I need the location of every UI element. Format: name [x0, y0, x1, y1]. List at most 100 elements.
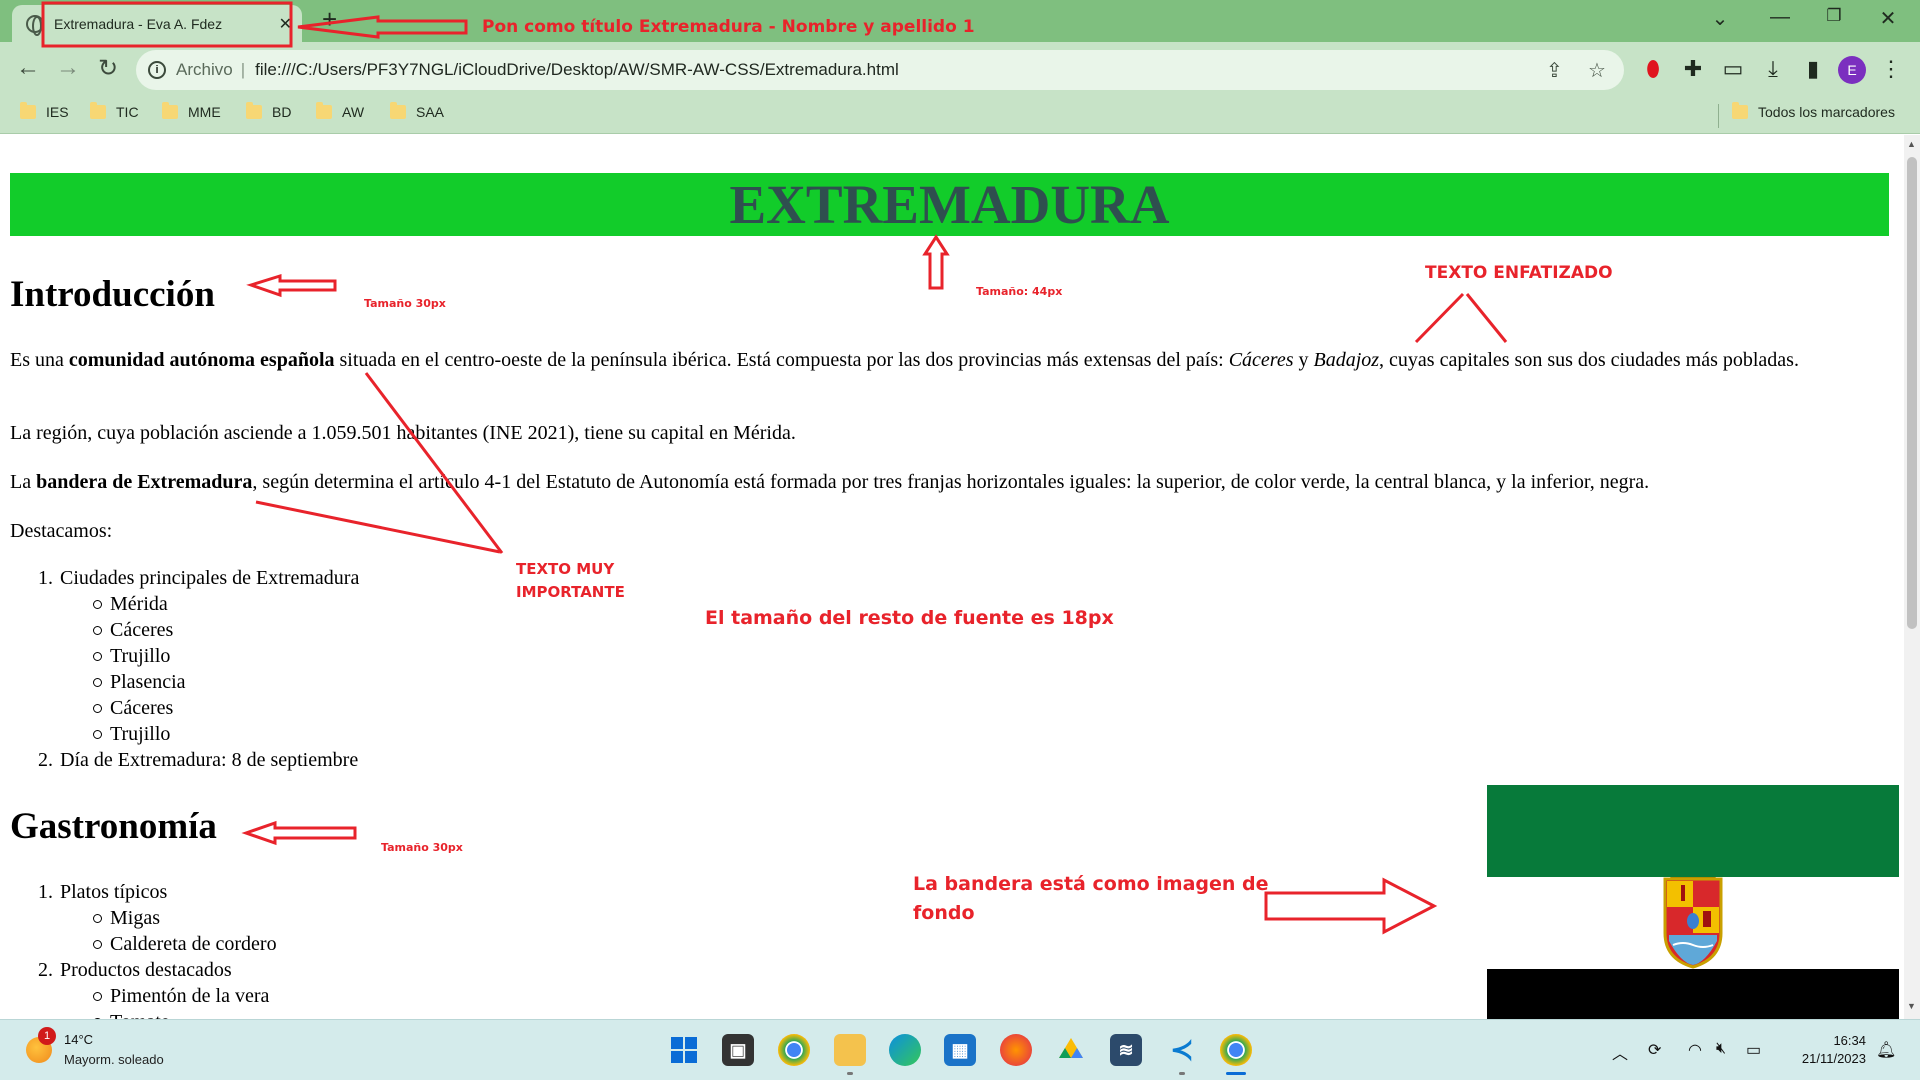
google-drive-icon[interactable] [1055, 1034, 1087, 1066]
weather-description[interactable]: Mayorm. soleado [64, 1052, 164, 1067]
back-icon[interactable]: ← [12, 54, 44, 82]
database-app-icon[interactable]: ≋ [1110, 1034, 1142, 1066]
list-item: Cáceres [110, 619, 174, 641]
tab-title: Extremadura - Eva A. Fdez [54, 15, 223, 32]
file-explorer-icon[interactable] [834, 1034, 866, 1066]
new-tab-button[interactable]: + [322, 4, 337, 35]
notification-badge: 1 [38, 1027, 56, 1045]
close-window-button[interactable]: ✕ [1868, 6, 1908, 31]
list-item: Pimentón de la vera [110, 985, 270, 1007]
folder-icon [90, 102, 106, 119]
bookmark-mme[interactable]: MME [162, 102, 221, 120]
scrollbar[interactable]: ▲ ▼ [1904, 135, 1920, 1019]
page-banner: EXTREMADURA [10, 173, 1889, 236]
clock[interactable]: 16:34 21/11/2023 [1786, 1032, 1866, 1068]
extremadura-flag-image [1487, 785, 1899, 1019]
list-item: Plasencia [110, 671, 186, 693]
edge-icon[interactable] [889, 1034, 921, 1066]
bookmark-tic[interactable]: TIC [90, 102, 139, 120]
running-indicator [1179, 1072, 1185, 1075]
list-number: 1. [38, 567, 53, 589]
windows-start-icon[interactable] [668, 1034, 700, 1066]
notifications-icon[interactable]: 🔔︎ [1876, 1040, 1896, 1060]
list-item: Platos típicos [60, 881, 168, 903]
tab-close-icon[interactable]: ✕ [279, 14, 292, 34]
tab-search-icon[interactable]: ⌄ [1700, 6, 1740, 31]
vscode-icon[interactable]: ≺ [1166, 1034, 1198, 1066]
folder-icon [246, 102, 262, 119]
folder-icon [20, 102, 36, 119]
coat-of-arms-icon [1663, 864, 1723, 969]
bullet [93, 600, 102, 609]
list-item: Migas [110, 907, 160, 929]
list-number: 1. [38, 881, 53, 903]
opera-icon[interactable]: ⬮ [1638, 56, 1668, 82]
folder-icon [1732, 102, 1748, 119]
star-icon[interactable]: ☆ [1588, 58, 1606, 83]
list-item: Trujillo [110, 723, 171, 745]
show-hidden-icons-icon[interactable]: ︿ [1612, 1040, 1628, 1064]
bookmarks-bar: IES TIC MME BD AW SAA Todos los marcador… [0, 98, 1920, 134]
flag-white-stripe [1487, 864, 1899, 969]
battery-icon[interactable]: ▭ [1746, 1040, 1761, 1060]
url-scheme-label: Archivo [176, 60, 233, 79]
bookmark-saa[interactable]: SAA [390, 102, 444, 120]
sync-icon[interactable]: ⟳ [1648, 1040, 1661, 1060]
chrome-icon[interactable] [778, 1034, 810, 1066]
wifi-icon[interactable]: ◠ [1688, 1040, 1702, 1060]
list-item: Día de Extremadura: 8 de septiembre [60, 749, 359, 771]
firefox-icon[interactable] [1000, 1034, 1032, 1066]
extensions-icon[interactable]: ✚ [1678, 56, 1708, 82]
download-icon[interactable]: ⤓ [1758, 56, 1788, 82]
annotation-emphasized: TEXTO ENFATIZADO [1425, 263, 1613, 283]
annotation-important-line1: TEXTO MUY [516, 560, 615, 578]
bookmark-ies[interactable]: IES [20, 102, 69, 120]
browser-tab[interactable]: Extremadura - Eva A. Fdez ✕ [12, 5, 302, 42]
list-item: Mérida [110, 593, 168, 615]
globe-icon [26, 14, 44, 36]
active-indicator [1226, 1072, 1246, 1075]
reload-icon[interactable]: ↻ [92, 54, 124, 83]
menu-icon[interactable]: ⋮ [1876, 56, 1906, 82]
bookmark-bd[interactable]: BD [246, 102, 291, 120]
url-text[interactable]: file:///C:/Users/PF3Y7NGL/iCloudDrive/De… [255, 60, 899, 80]
scroll-up-icon[interactable]: ▲ [1907, 139, 1916, 149]
scroll-down-icon[interactable]: ▼ [1907, 1001, 1916, 1011]
sidepanel-icon[interactable]: ▮ [1798, 56, 1828, 82]
bullet [93, 914, 102, 923]
all-bookmarks[interactable]: Todos los marcadores [1732, 102, 1895, 120]
chrome-profile-icon[interactable] [1220, 1034, 1252, 1066]
strong-flag: bandera de Extremadura [36, 471, 253, 493]
info-icon[interactable]: i [148, 61, 166, 79]
minimize-button[interactable]: — [1760, 6, 1800, 29]
annotation-h1-size: Tamaño: 44px [976, 285, 1063, 298]
browser-toolbar: ← → ↻ i Archivo | file:///C:/Users/PF3Y7… [0, 42, 1920, 98]
list-number: 2. [38, 959, 53, 981]
restore-button[interactable]: ❐ [1814, 6, 1854, 26]
list-item: Trujillo [110, 645, 171, 667]
store-icon[interactable]: ▦ [944, 1034, 976, 1066]
address-bar[interactable]: i Archivo | file:///C:/Users/PF3Y7NGL/iC… [136, 50, 1624, 90]
intro-paragraph-1: Es una comunidad autónoma española situa… [10, 349, 1799, 371]
list-number: 2. [38, 749, 53, 771]
bullet [93, 626, 102, 635]
volume-muted-icon[interactable]: 🔇︎ [1716, 1040, 1726, 1058]
bookmark-aw[interactable]: AW [316, 102, 364, 120]
annotation-h2-size-2: Tamaño 30px [381, 841, 463, 854]
share-icon[interactable]: ⇪ [1546, 58, 1563, 83]
list-item: Ciudades principales de Extremadura [60, 567, 360, 589]
page-title: EXTREMADURA [729, 174, 1170, 235]
cast-icon[interactable]: ▭ [1718, 56, 1748, 82]
weather-temperature[interactable]: 14°C [64, 1032, 93, 1047]
emphasis-badajoz: Badajoz [1313, 349, 1380, 371]
annotation-h2-size: Tamaño 30px [364, 297, 446, 310]
scrollbar-thumb[interactable] [1907, 157, 1917, 629]
task-view-icon[interactable]: ▣ [722, 1034, 754, 1066]
annotation-flag-note-line2: fondo [913, 902, 975, 924]
forward-icon[interactable]: → [52, 54, 84, 82]
annotation-important-line2: IMPORTANTE [516, 583, 625, 601]
strong-autonomous-community: comunidad autónoma española [68, 349, 335, 371]
running-indicator [847, 1072, 853, 1075]
profile-avatar[interactable]: E [1838, 56, 1866, 84]
bullet [93, 992, 102, 1001]
